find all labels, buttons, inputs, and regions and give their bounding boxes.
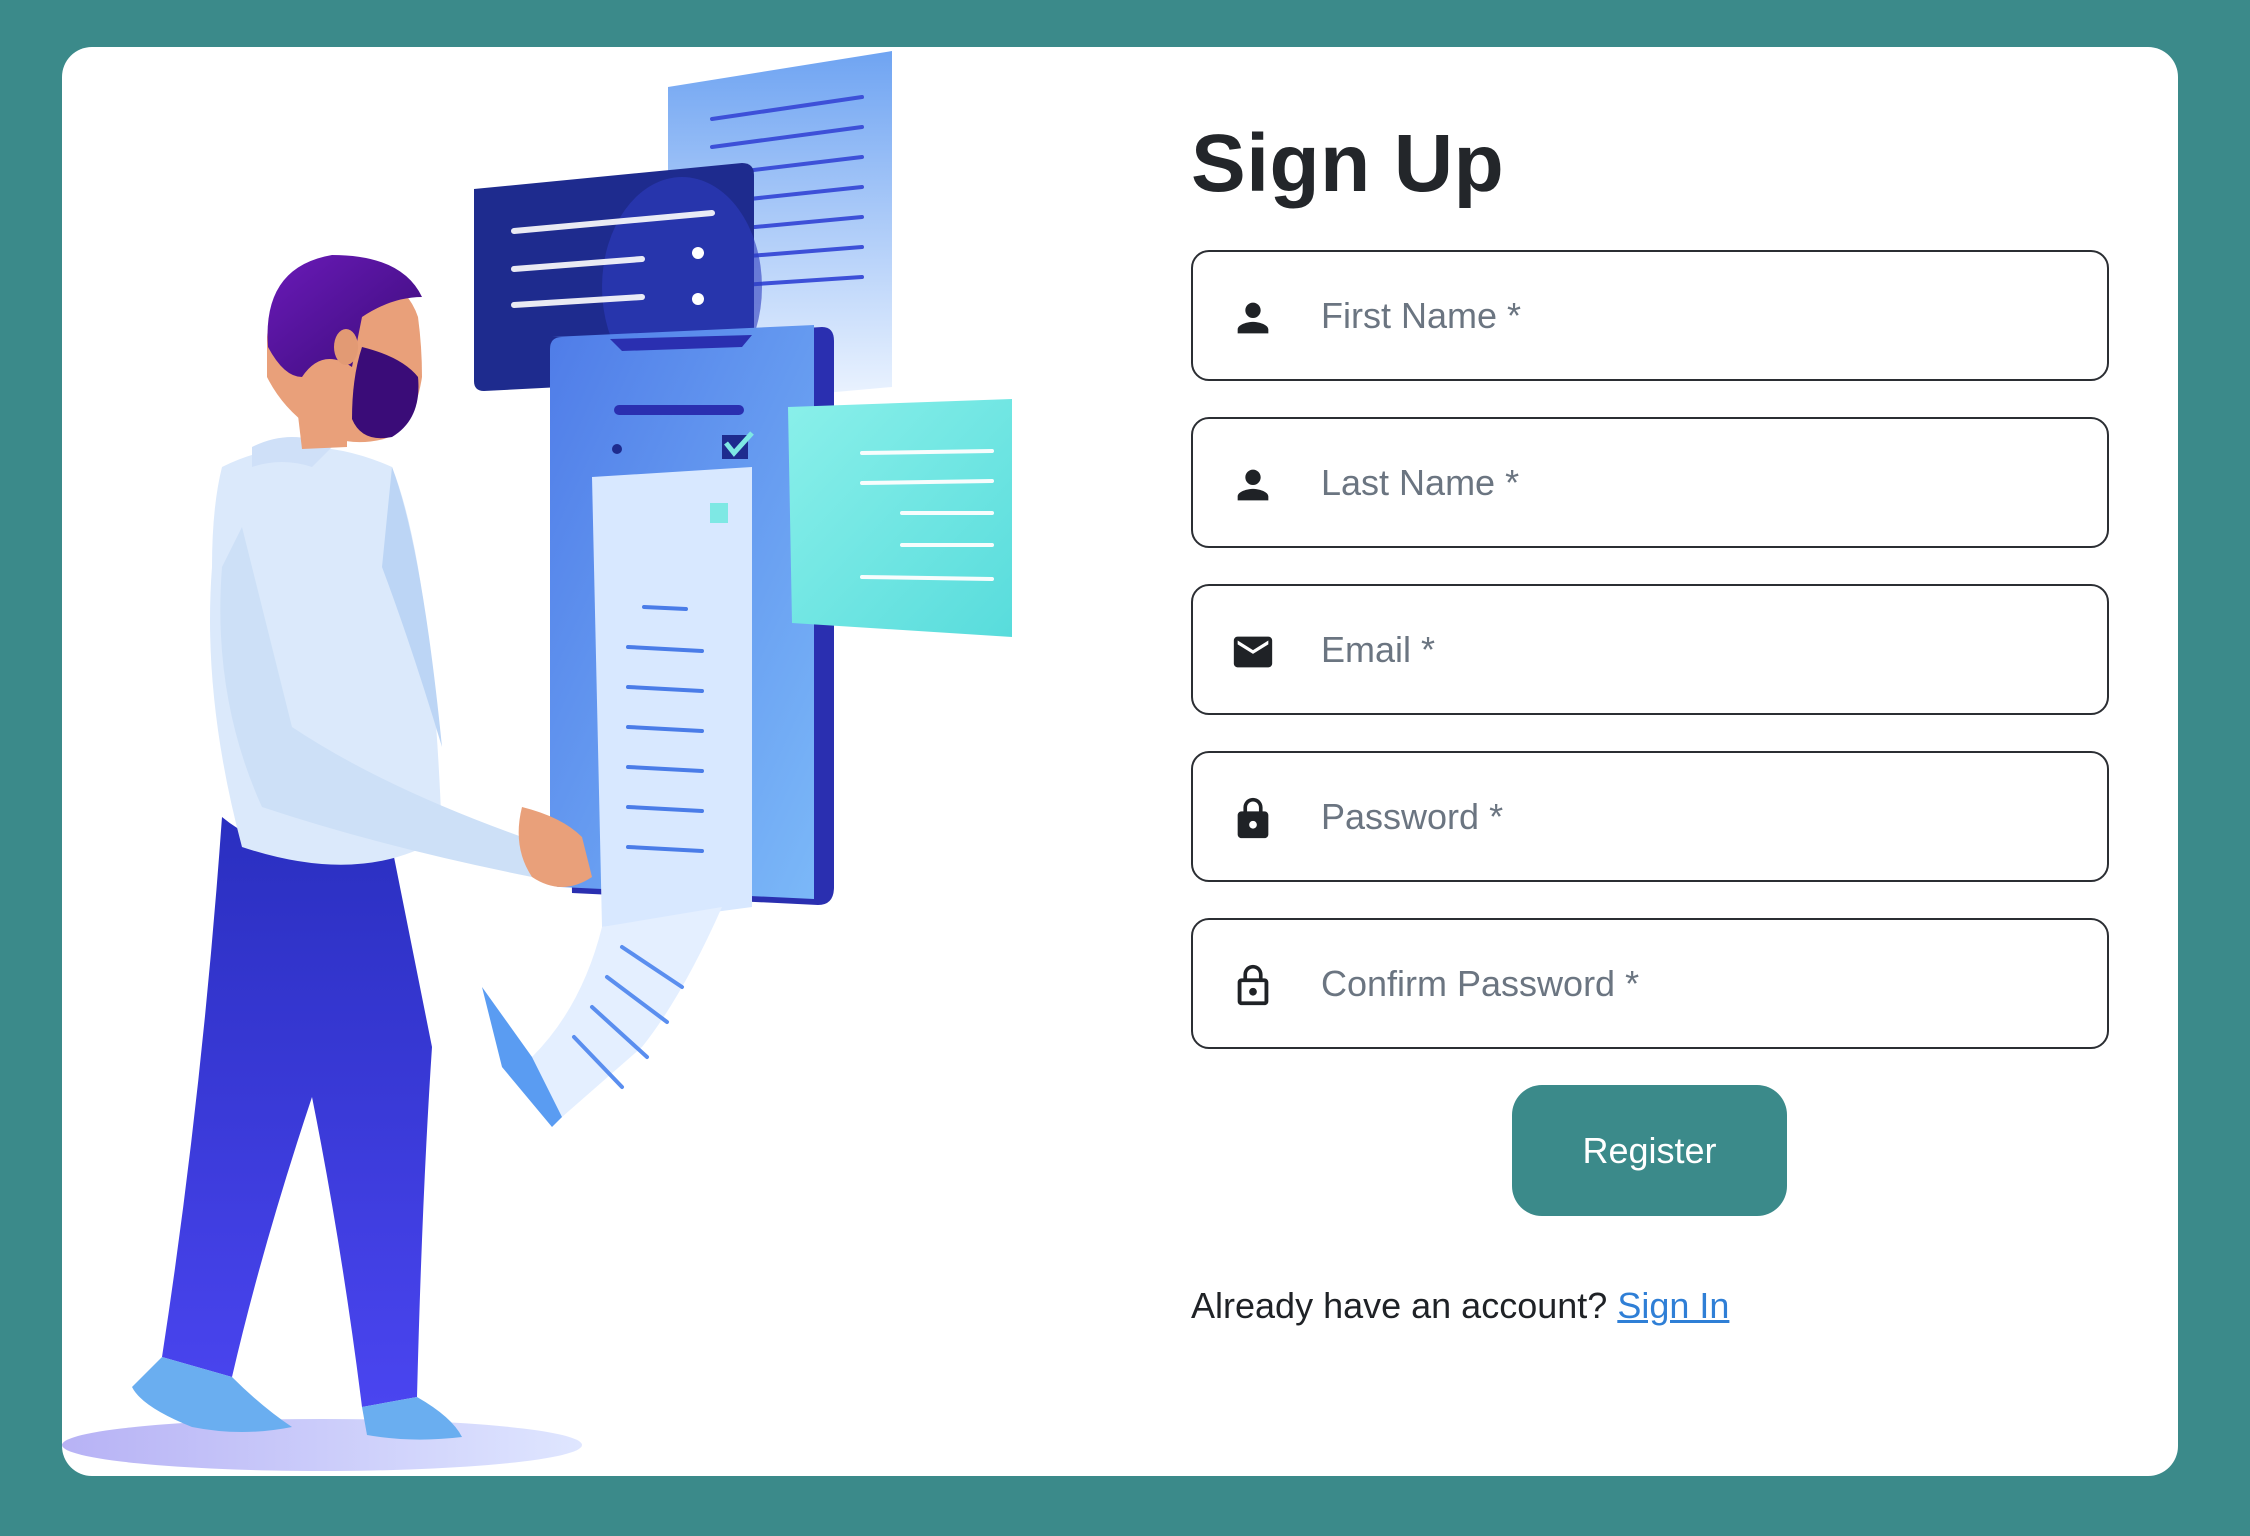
signin-prompt-text: Already have an account?	[1191, 1285, 1608, 1326]
email-field[interactable]	[1191, 584, 2109, 715]
signup-illustration	[62, 47, 1142, 1476]
page-title: Sign Up	[1191, 118, 1505, 209]
last-name-field[interactable]	[1191, 417, 2109, 548]
last-name-input[interactable]	[1321, 419, 2081, 546]
person-icon	[1227, 459, 1279, 511]
signin-prompt-row: Already have an account? Sign In	[1191, 1285, 1729, 1327]
password-input[interactable]	[1321, 753, 2081, 880]
lock-open-outline-icon	[1227, 960, 1279, 1012]
lock-icon	[1227, 793, 1279, 845]
signup-form: Sign Up First Name * Last Name * Email *…	[1191, 47, 2111, 1476]
confirm-password-input[interactable]	[1321, 920, 2081, 1047]
register-button[interactable]: Register	[1512, 1085, 1787, 1216]
signin-link[interactable]: Sign In	[1617, 1285, 1729, 1326]
signup-card: Sign Up First Name * Last Name * Email *…	[62, 47, 2178, 1476]
person-icon	[1227, 292, 1279, 344]
password-field[interactable]	[1191, 751, 2109, 882]
mail-icon	[1227, 626, 1279, 678]
first-name-input[interactable]	[1321, 252, 2081, 379]
email-input[interactable]	[1321, 586, 2081, 713]
first-name-field[interactable]	[1191, 250, 2109, 381]
confirm-password-field[interactable]	[1191, 918, 2109, 1049]
